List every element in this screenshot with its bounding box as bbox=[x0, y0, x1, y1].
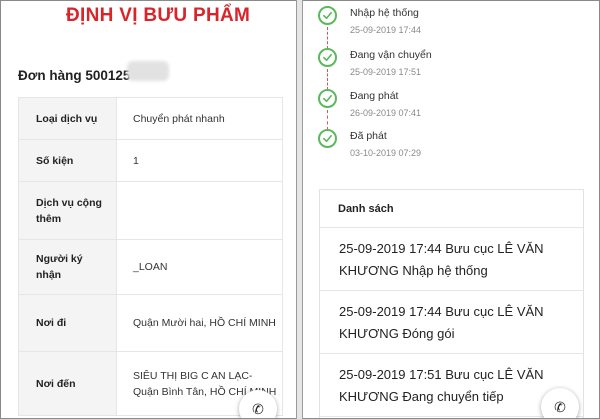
check-circle-icon bbox=[318, 48, 337, 67]
table-row: Dịch vụ cộng thêm bbox=[18, 181, 283, 240]
row-value: _LOAN bbox=[116, 239, 283, 295]
shipment-info-table: Loại dịch vụ Chuyển phát nhanh Số kiện 1… bbox=[18, 97, 283, 416]
table-row: Loại dịch vụ Chuyển phát nhanh bbox=[18, 97, 283, 140]
timeline-status: Đã phát bbox=[350, 130, 387, 142]
call-button[interactable]: ✆ bbox=[541, 388, 579, 418]
check-circle-icon bbox=[318, 129, 337, 148]
phone-icon: ✆ bbox=[252, 400, 264, 417]
list-title: Danh sách bbox=[320, 190, 583, 228]
panel-divider bbox=[296, 0, 303, 419]
timeline-time: 25-09-2019 17:44 bbox=[350, 25, 422, 35]
row-value: Quận Mười hai, HỒ CHÍ MINH bbox=[116, 294, 283, 352]
table-row: Nơi đi Quận Mười hai, HỒ CHÍ MINH bbox=[18, 294, 283, 352]
right-panel: Nhập hệ thống 25-09-2019 17:44 Đang vận … bbox=[304, 1, 599, 418]
redacted-blur bbox=[127, 61, 169, 81]
row-value bbox=[116, 181, 283, 240]
timeline-status: Đang vận chuyển bbox=[350, 49, 432, 61]
row-key: Số kiện bbox=[18, 139, 117, 182]
order-number: Đơn hàng 500125 bbox=[18, 68, 131, 83]
table-row: Người ký nhận _LOAN bbox=[18, 239, 283, 295]
row-key: Nơi đến bbox=[18, 351, 117, 416]
timeline-time: 25-09-2019 17:51 bbox=[350, 67, 422, 77]
table-row: Số kiện 1 bbox=[18, 139, 283, 182]
list-item: 25-09-2019 17:44 Bưu cục LÊ VĂN KHƯƠNG Đ… bbox=[320, 292, 583, 354]
timeline-time: 26-09-2019 07:41 bbox=[350, 108, 422, 118]
row-key: Dịch vụ cộng thêm bbox=[18, 181, 117, 240]
row-key: Loại dịch vụ bbox=[18, 97, 117, 140]
row-key: Người ký nhận bbox=[18, 239, 117, 295]
timeline-status: Đang phát bbox=[350, 90, 399, 102]
page-title: ĐỊNH VỊ BƯU PHẨM bbox=[66, 5, 251, 26]
row-key: Nơi đi bbox=[18, 294, 117, 352]
row-value: Chuyển phát nhanh bbox=[116, 97, 283, 140]
left-panel: ĐỊNH VỊ BƯU PHẨM Đơn hàng 500125 Loại dị… bbox=[1, 1, 295, 418]
timeline-connector bbox=[327, 69, 328, 90]
timeline-connector bbox=[327, 110, 328, 130]
check-circle-icon bbox=[318, 6, 337, 25]
timeline-time: 03-10-2019 07:29 bbox=[350, 148, 422, 158]
row-value: 1 bbox=[116, 139, 283, 182]
check-circle-icon bbox=[318, 89, 337, 108]
list-item: 25-09-2019 17:44 Bưu cục LÊ VĂN KHƯƠNG N… bbox=[320, 229, 583, 291]
timeline-connector bbox=[327, 27, 328, 49]
phone-icon: ✆ bbox=[554, 398, 566, 415]
timeline-status: Nhập hệ thống bbox=[350, 7, 419, 19]
history-list-card: Danh sách 25-09-2019 17:44 Bưu cục LÊ VĂ… bbox=[319, 189, 584, 418]
